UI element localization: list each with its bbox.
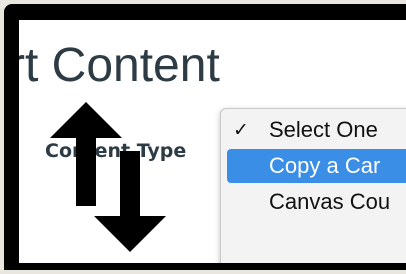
option-label: Canvas Cou [269, 189, 391, 214]
photo-frame: rt Content Content Type ✓ Select One Cop… [0, 0, 406, 274]
arrow-down-icon [94, 216, 166, 252]
option-canvas-course[interactable]: Canvas Cou [227, 185, 406, 219]
app-panel: rt Content Content Type ✓ Select One Cop… [19, 20, 406, 263]
option-select-one[interactable]: ✓ Select One [227, 113, 406, 147]
arrow-down-shaft [120, 151, 140, 219]
page-title: rt Content [19, 39, 220, 92]
option-label: Copy a Car [269, 153, 381, 178]
arrow-up-icon [50, 102, 122, 138]
checkmark-icon: ✓ [233, 119, 249, 141]
option-label: Select One [269, 117, 378, 142]
option-copy-a-canvas[interactable]: Copy a Car [227, 149, 406, 183]
content-type-dropdown-menu[interactable]: ✓ Select One Copy a Car Canvas Cou [220, 108, 406, 263]
content-type-label: Content Type [45, 140, 187, 162]
arrow-up-shaft [76, 136, 96, 206]
